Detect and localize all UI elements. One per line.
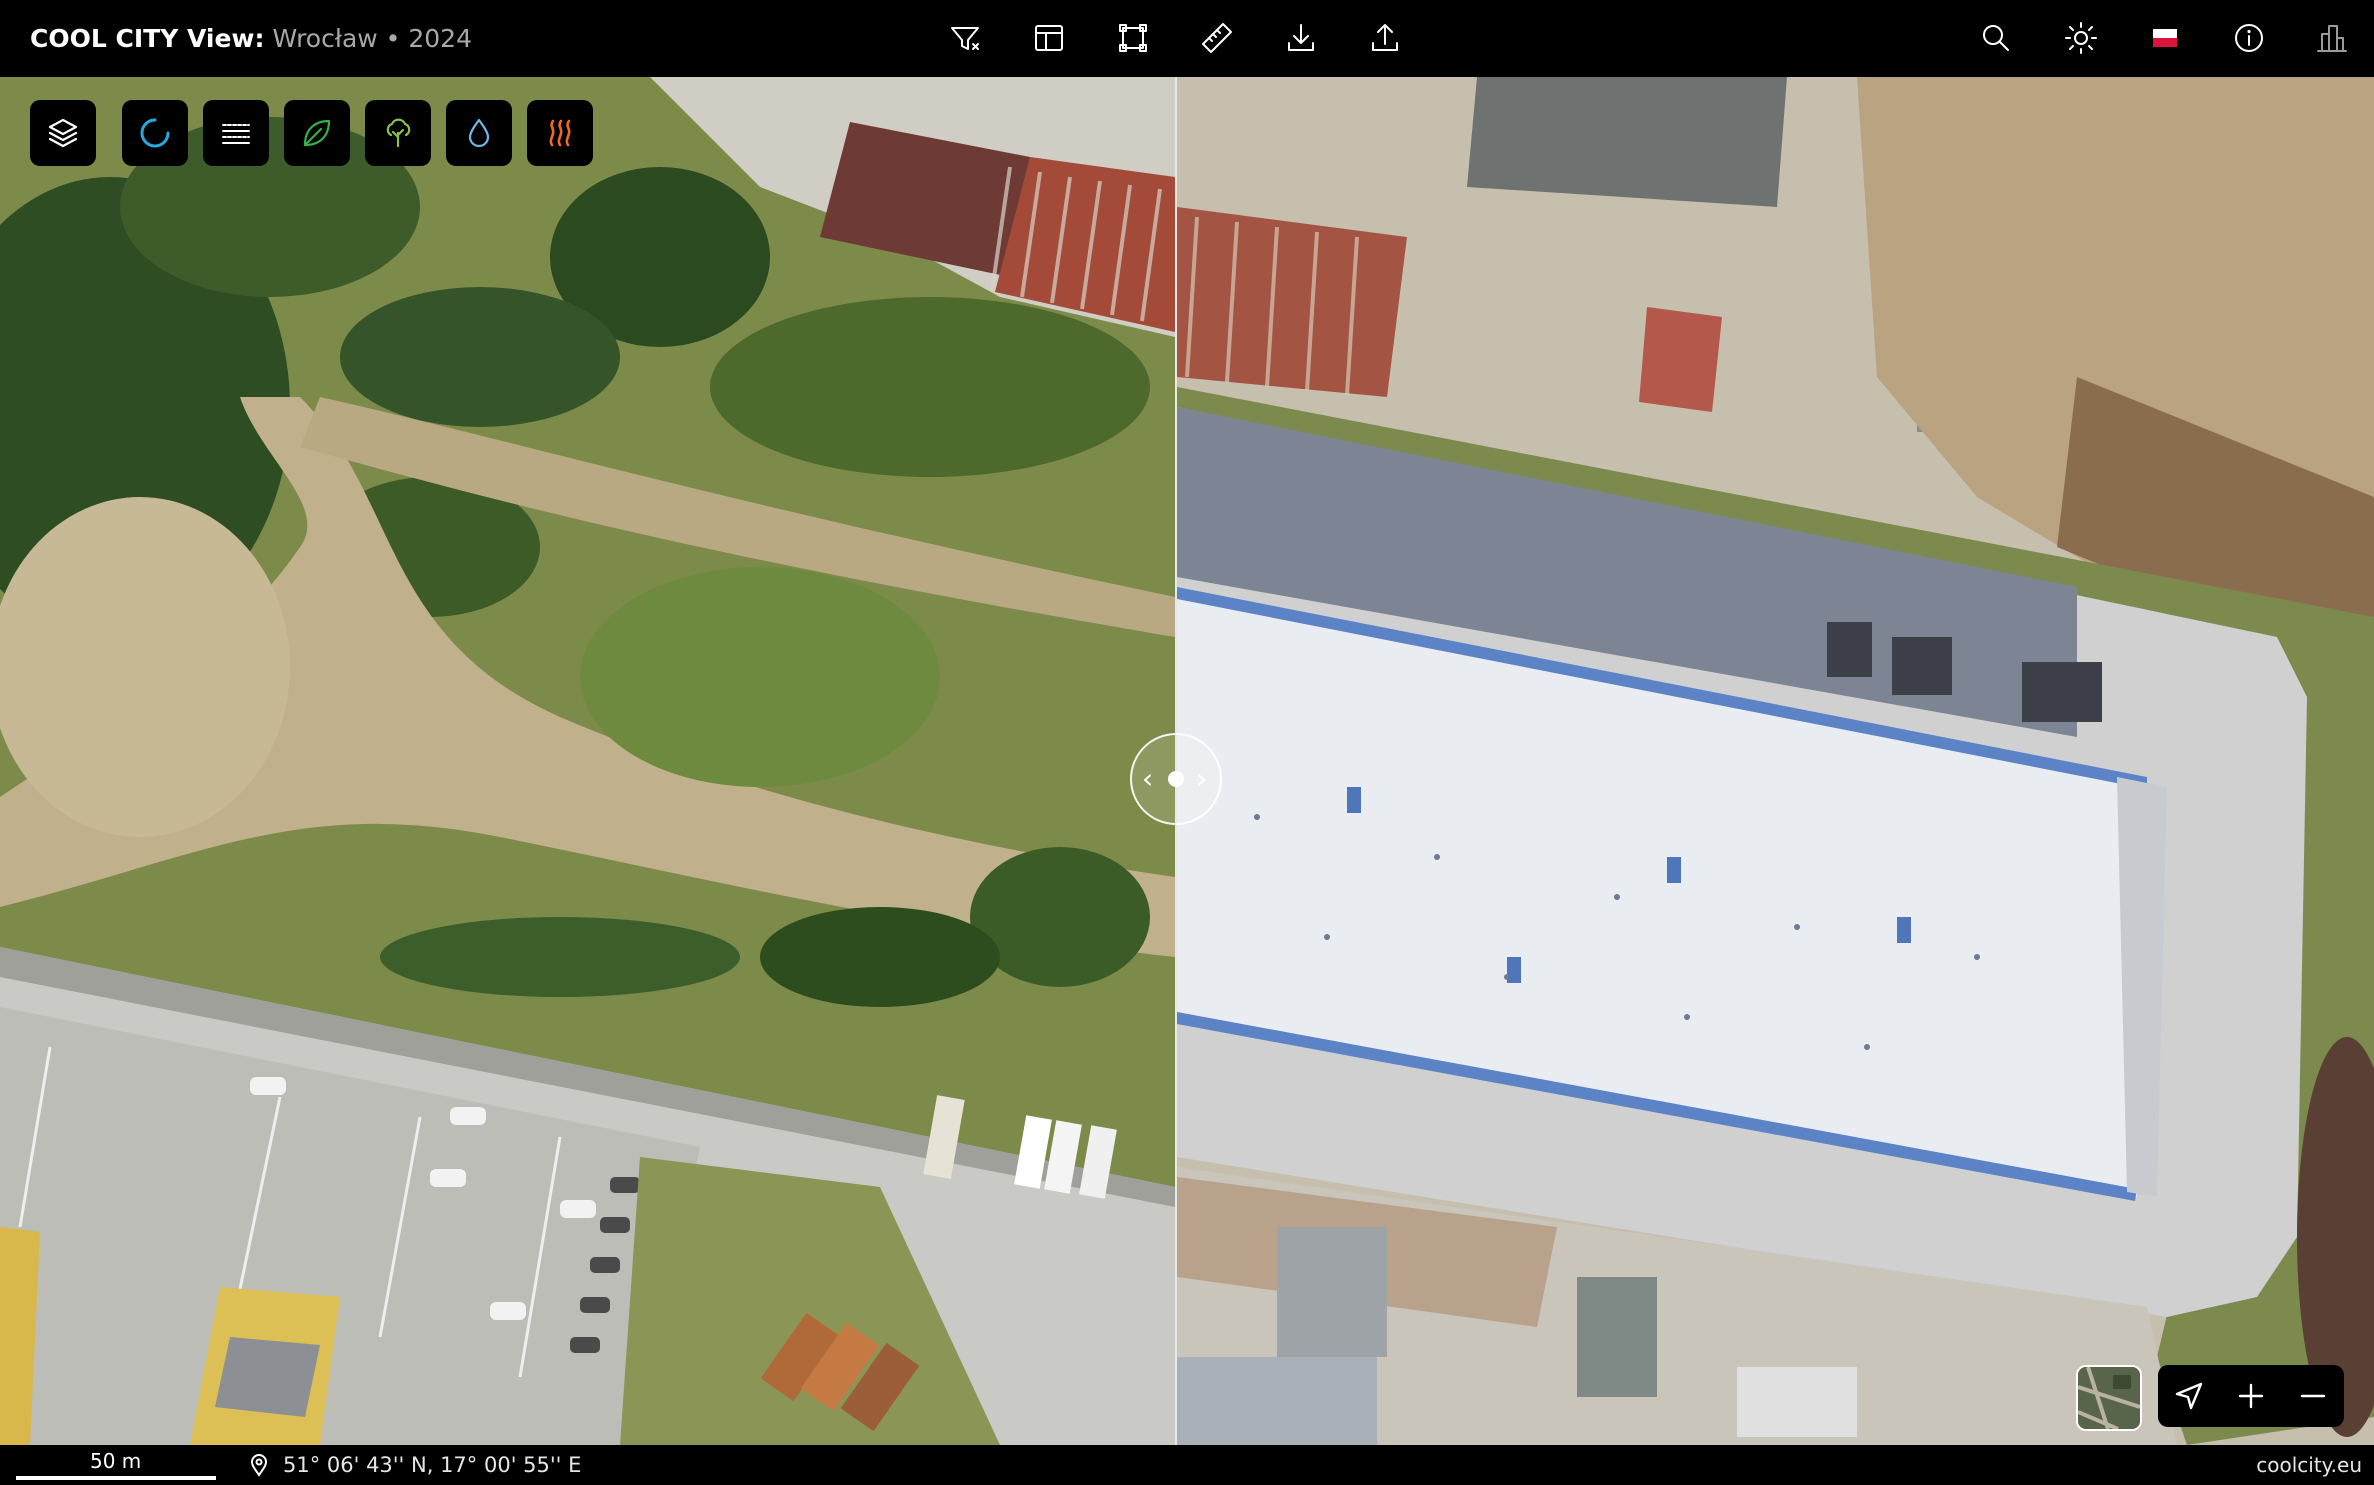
lines-layer-button[interactable] xyxy=(203,100,269,166)
location-year: Wrocław • 2024 xyxy=(272,24,472,53)
layout-button[interactable] xyxy=(1027,16,1071,60)
brightness-icon xyxy=(2065,22,2097,54)
polish-flag-icon xyxy=(2153,29,2177,47)
layers-button[interactable] xyxy=(30,100,96,166)
compare-slider-handle[interactable]: ‹ › xyxy=(1130,733,1222,825)
map-nav-controls xyxy=(2158,1365,2344,1427)
map-right-pane[interactable] xyxy=(1177,77,2374,1445)
zoom-in-button[interactable] xyxy=(2220,1365,2282,1427)
spinner-layer-button[interactable] xyxy=(122,100,188,166)
area-select-button[interactable] xyxy=(1111,16,1155,60)
buildings-icon xyxy=(2317,25,2347,52)
chevron-right-icon: › xyxy=(1196,762,1208,795)
trees-layer-button[interactable] xyxy=(365,100,431,166)
app-name: COOL CITY View: xyxy=(30,24,265,53)
filter-icon xyxy=(951,27,979,50)
scale-bar xyxy=(16,1476,216,1480)
layout-icon xyxy=(1035,25,1063,51)
language-button[interactable] xyxy=(2143,16,2187,60)
info-icon xyxy=(2235,24,2263,52)
brightness-button[interactable] xyxy=(2059,16,2103,60)
map-pin-icon xyxy=(250,1454,268,1477)
vegetation-layer-button[interactable] xyxy=(284,100,350,166)
heat-layer-button[interactable] xyxy=(527,100,593,166)
heat-icon xyxy=(549,119,571,147)
search-button[interactable] xyxy=(1974,16,2018,60)
lines-icon xyxy=(222,124,250,144)
ruler-icon xyxy=(1202,23,1232,53)
tree-icon xyxy=(386,118,411,148)
basemap-toggle-button[interactable] xyxy=(2076,1365,2142,1431)
share-button[interactable] xyxy=(1363,16,1407,60)
buildings-button[interactable] xyxy=(2310,16,2354,60)
aerial-image-right xyxy=(1177,77,2374,1445)
locate-button[interactable] xyxy=(2158,1365,2220,1427)
filter-button[interactable] xyxy=(943,16,987,60)
aerial-image-left xyxy=(0,77,1175,1445)
map-left-pane[interactable] xyxy=(0,77,1175,1445)
zoom-out-icon xyxy=(2300,1394,2326,1398)
scale-label: 50 m xyxy=(90,1449,142,1473)
leaf-icon xyxy=(303,119,331,147)
info-button[interactable] xyxy=(2227,16,2271,60)
zoom-out-button[interactable] xyxy=(2282,1365,2344,1427)
ruler-button[interactable] xyxy=(1195,16,1239,60)
status-bar: 50 m 51° 06' 43'' N, 17° 00' 55'' E cool… xyxy=(0,1445,2374,1485)
top-bar: COOL CITY View: Wrocław • 2024 xyxy=(0,0,2374,77)
layers-icon xyxy=(48,118,78,148)
chevron-left-icon: ‹ xyxy=(1142,762,1154,795)
loading-spinner-icon xyxy=(140,118,170,148)
download-icon xyxy=(1288,24,1314,51)
coordinates-readout: 51° 06' 43'' N, 17° 00' 55'' E xyxy=(247,1445,581,1485)
share-icon xyxy=(1372,24,1398,51)
handle-dot xyxy=(1168,771,1184,787)
download-button[interactable] xyxy=(1279,16,1323,60)
water-drop-icon xyxy=(468,118,490,148)
locate-icon xyxy=(2175,1382,2203,1410)
area-select-icon xyxy=(1119,24,1147,52)
website-link[interactable]: coolcity.eu xyxy=(2256,1445,2362,1485)
map-view[interactable]: ‹ › xyxy=(0,77,2374,1445)
search-icon xyxy=(1983,25,2009,51)
satellite-thumbnail-icon xyxy=(2078,1367,2140,1429)
coordinates-text: 51° 06' 43'' N, 17° 00' 55'' E xyxy=(283,1453,582,1477)
water-layer-button[interactable] xyxy=(446,100,512,166)
app-title: COOL CITY View: Wrocław • 2024 xyxy=(30,0,472,77)
zoom-in-icon xyxy=(2238,1383,2264,1409)
